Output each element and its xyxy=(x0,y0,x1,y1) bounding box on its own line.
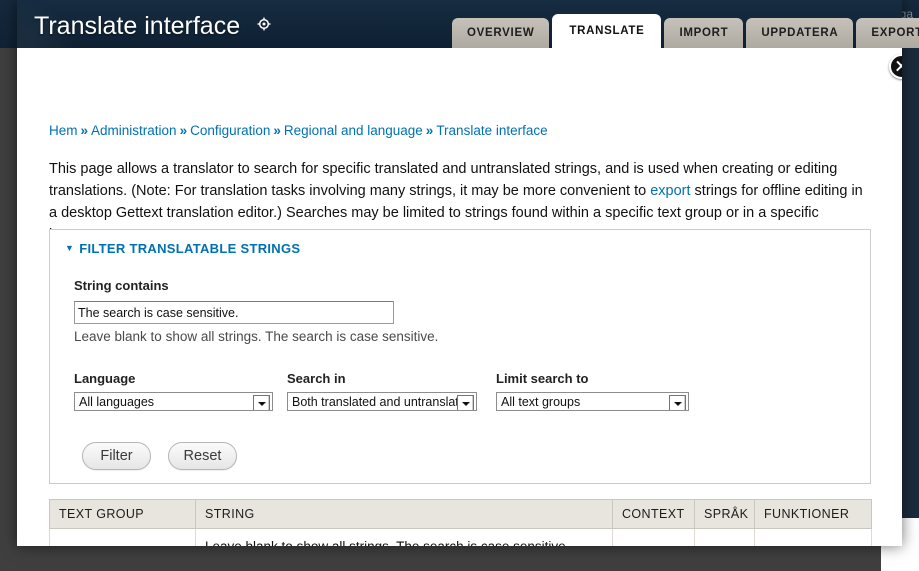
cell-context xyxy=(612,528,695,546)
breadcrumb-item-administration[interactable]: Administration xyxy=(91,123,177,138)
select-label-limit-search-to: Limit search to xyxy=(496,371,589,386)
filter-fieldset-legend[interactable]: ▼ FILTER TRANSLATABLE STRINGS xyxy=(65,241,300,256)
chevron-down-icon[interactable] xyxy=(669,395,686,410)
tab-translate[interactable]: TRANSLATE xyxy=(552,14,662,48)
breadcrumb-separator: » xyxy=(80,123,89,138)
breadcrumb-item-translate-interface[interactable]: Translate interface xyxy=(436,123,547,138)
tab-export[interactable]: EXPORT xyxy=(856,18,919,48)
translate-overlay-dialog: Translate interface OVERVIEW TRANSLATE IMP… xyxy=(17,0,919,546)
export-link[interactable]: export xyxy=(650,183,690,199)
background-right-panel xyxy=(902,48,919,518)
column-header-text-group: TEXT GROUP xyxy=(49,499,196,529)
column-header-string: STRING xyxy=(195,499,613,529)
breadcrumb-separator: » xyxy=(425,123,434,138)
target-icon[interactable] xyxy=(257,9,271,31)
select-label-language: Language xyxy=(74,371,136,386)
select-search-in[interactable]: Both translated and untranslated s xyxy=(287,392,477,411)
page-title-text: Translate interface xyxy=(34,12,241,40)
string-text: Leave blank to show all strings. The sea… xyxy=(205,539,603,546)
select-label-search-in: Search in xyxy=(287,371,346,386)
breadcrumb-separator: » xyxy=(273,123,281,138)
chevron-down-icon[interactable] xyxy=(457,395,474,410)
overlay-titlebar: Translate interface OVERVIEW TRANSLATE IMP… xyxy=(17,0,919,48)
select-value: All text groups xyxy=(501,395,581,409)
cell-text-group: Built-in interface xyxy=(49,528,196,546)
filter-fieldset: ▼ FILTER TRANSLATABLE STRINGS String cont… xyxy=(49,229,871,484)
column-header-context: CONTEXT xyxy=(612,499,695,529)
tab-uppdatera[interactable]: UPPDATERA xyxy=(746,18,854,48)
string-contains-description: Leave blank to show all strings. The sea… xyxy=(74,329,439,344)
table-body: Built-in interface Leave blank to show al… xyxy=(49,528,872,546)
table-row: Built-in interface Leave blank to show al… xyxy=(49,528,872,546)
table-header-row: TEXT GROUP STRING CONTEXT SPRÅK FUNKTIONER xyxy=(49,499,872,529)
breadcrumb-item-regional-and-language[interactable]: Regional and language xyxy=(284,123,423,138)
primary-tabs: OVERVIEW TRANSLATE IMPORT UPPDATERA EXPORT xyxy=(452,14,919,48)
filter-selects-row: Language All languages Search in Both trans… xyxy=(74,371,696,411)
breadcrumb-item-configuration[interactable]: Configuration xyxy=(190,123,270,138)
select-limit-search-to[interactable]: All text groups xyxy=(496,392,689,411)
select-group-search-in: Search in Both translated and untranslate… xyxy=(287,371,496,411)
overlay-content: Hem» Administration» Configuration» Regiona… xyxy=(17,48,902,546)
filter-legend-label: FILTER TRANSLATABLE STRINGS xyxy=(79,241,301,256)
tab-overview[interactable]: OVERVIEW xyxy=(452,18,550,48)
select-group-limit-search-to: Limit search to All text groups xyxy=(496,371,696,411)
cell-operations: editradera xyxy=(754,528,872,546)
select-language[interactable]: All languages xyxy=(74,392,273,411)
chevron-down-icon[interactable] xyxy=(253,395,270,410)
cell-string: Leave blank to show all strings. The sea… xyxy=(195,528,613,546)
select-value: Both translated and untranslated s xyxy=(292,395,477,409)
select-group-language: Language All languages xyxy=(74,371,287,411)
cell-language: sv xyxy=(694,528,755,546)
translation-results-table: TEXT GROUPSTRINGCONTEXTSPRÅKFUNKTIONER B… xyxy=(49,499,872,546)
breadcrumb-item-hem[interactable]: Hem xyxy=(49,123,78,138)
select-value: All languages xyxy=(79,395,155,409)
filter-actions: Filter Reset xyxy=(82,442,237,470)
filter-button[interactable]: Filter xyxy=(82,442,151,470)
string-contains-label: String contains xyxy=(74,278,169,293)
breadcrumb: Hem» Administration» Configuration» Regiona… xyxy=(49,123,548,138)
chevron-down-icon[interactable]: ▼ xyxy=(65,243,74,253)
tab-import[interactable]: IMPORT xyxy=(664,18,744,48)
string-contains-input[interactable] xyxy=(74,301,394,324)
reset-button[interactable]: Reset xyxy=(168,442,237,470)
string-contains-field-group: String contains Leave blank to show all … xyxy=(74,277,438,344)
close-icon[interactable] xyxy=(889,54,902,79)
page-title: Translate interface xyxy=(34,9,271,41)
column-header-funktioner: FUNKTIONER xyxy=(754,499,872,529)
column-header-språk: SPRÅK xyxy=(694,499,755,529)
breadcrumb-separator: » xyxy=(179,123,188,138)
